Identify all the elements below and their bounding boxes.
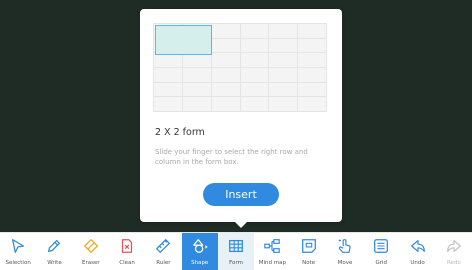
pen-icon <box>48 239 61 253</box>
grid-cell[interactable] <box>240 53 270 68</box>
form-size-grid[interactable] <box>153 23 327 112</box>
tool-redo[interactable]: Redo <box>436 233 472 270</box>
tool-form[interactable]: Form <box>217 233 255 270</box>
grid-cell[interactable] <box>211 68 241 83</box>
grid-cell[interactable] <box>298 82 327 98</box>
cursor-icon <box>12 239 25 253</box>
tool-move[interactable]: Move <box>327 233 363 270</box>
form-insert-popup: 2 X 2 form Slide your finger to select t… <box>140 9 342 222</box>
tool-undo[interactable]: Undo <box>399 233 435 270</box>
grid-cell[interactable] <box>211 24 241 39</box>
grid-cell[interactable] <box>154 97 183 112</box>
tool-mind-map[interactable]: Mind map <box>254 233 290 270</box>
form-hint-text: Slide your finger to select the right ro… <box>155 148 308 166</box>
grid-cell[interactable] <box>240 38 270 54</box>
insert-button[interactable]: Insert <box>203 183 279 206</box>
redo-icon <box>447 240 461 252</box>
grid-cell[interactable] <box>211 53 241 68</box>
grid-cell[interactable] <box>211 97 241 112</box>
tool-write[interactable]: Write <box>36 233 72 270</box>
tool-label: Write <box>47 260 62 266</box>
grid-cell[interactable] <box>240 24 270 39</box>
grid-cell[interactable] <box>298 38 327 54</box>
mindmap-icon <box>264 239 281 253</box>
grid-cell[interactable] <box>269 97 299 112</box>
tool-grid[interactable]: Grid <box>363 233 399 270</box>
grid-icon <box>374 239 389 253</box>
grid-cell[interactable] <box>154 53 183 68</box>
clean-icon <box>121 239 133 253</box>
grid-cell[interactable] <box>269 68 299 83</box>
tool-label: Note <box>302 260 316 266</box>
eraser-icon <box>83 239 98 253</box>
grid-cell[interactable] <box>211 38 241 54</box>
tool-note[interactable]: Note <box>291 233 327 270</box>
table-icon <box>229 239 243 253</box>
grid-cell[interactable] <box>298 68 327 83</box>
grid-cell[interactable] <box>154 68 183 83</box>
grid-selection-highlight <box>155 25 212 55</box>
tool-shape[interactable]: Shape <box>181 233 218 270</box>
grid-cell[interactable] <box>182 68 212 83</box>
tool-label: Shape <box>191 260 209 266</box>
tool-label: Selection <box>5 260 31 266</box>
grid-cell[interactable] <box>298 24 327 39</box>
tool-label: Redo <box>446 260 461 266</box>
tool-label: Undo <box>410 260 425 266</box>
tool-clean[interactable]: Clean <box>109 233 145 270</box>
grid-cell[interactable] <box>269 82 299 98</box>
grid-cell[interactable] <box>182 53 212 68</box>
tool-label: Mind map <box>258 260 286 266</box>
grid-cell[interactable] <box>182 97 212 112</box>
popup-pointer <box>234 221 248 228</box>
hand-icon <box>338 239 351 253</box>
tool-label: Ruler <box>156 260 171 266</box>
grid-cell[interactable] <box>182 82 212 98</box>
note-icon <box>301 239 316 253</box>
tool-label: Move <box>337 260 353 266</box>
tool-label: Eraser <box>81 260 100 266</box>
tool-selection[interactable]: Selection <box>0 233 36 270</box>
tool-label: Clean <box>119 260 135 266</box>
form-size-title: 2 X 2 form <box>155 127 205 138</box>
grid-cell[interactable] <box>269 24 299 39</box>
grid-cell[interactable] <box>240 68 270 83</box>
grid-cell[interactable] <box>269 38 299 54</box>
tool-eraser[interactable]: Eraser <box>73 233 109 270</box>
tool-ruler[interactable]: Ruler <box>145 233 181 270</box>
grid-cell[interactable] <box>154 82 183 98</box>
bottom-toolbar: Selection Write Eraser Clean Ruler Shape… <box>0 232 472 270</box>
tool-label: Grid <box>375 260 388 266</box>
tool-label: Form <box>229 260 243 266</box>
grid-cell[interactable] <box>240 97 270 112</box>
grid-cell[interactable] <box>298 53 327 68</box>
shape-icon <box>192 239 208 253</box>
grid-cell[interactable] <box>269 53 299 68</box>
grid-cell[interactable] <box>211 82 241 98</box>
grid-cell[interactable] <box>298 97 327 112</box>
undo-icon <box>410 240 425 252</box>
ruler-icon <box>156 239 171 253</box>
grid-cell[interactable] <box>240 82 270 98</box>
